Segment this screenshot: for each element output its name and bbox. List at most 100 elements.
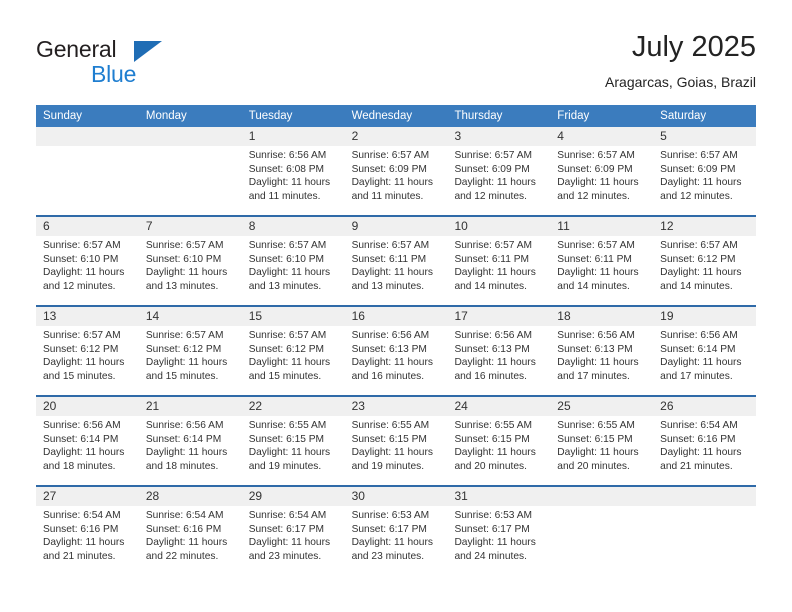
day-detail-line: Daylight: 11 hours <box>351 267 433 279</box>
day-detail-line: Sunrise: 6:54 AM <box>660 420 738 431</box>
day-cell[interactable]: 22 Sunrise: 6:55 AM Sunset: 6:15 PM Dayligh… <box>241 397 345 485</box>
day-cell[interactable]: 15 Sunrise: 6:57 AM Sunset: 6:12 PM Dayligh… <box>241 307 345 395</box>
day-details: Sunrise: 6:54 AM Sunset: 6:17 PM Daylight:… <box>242 506 345 563</box>
day-cell[interactable]: 20 Sunrise: 6:56 AM Sunset: 6:14 PM Dayligh… <box>36 397 139 485</box>
day-detail-line: and 16 minutes. <box>454 370 527 382</box>
day-detail-line: Sunset: 6:15 PM <box>248 433 325 445</box>
title-block: July 2025 Aragarcas, Goias, Brazil <box>605 30 756 92</box>
day-detail-line: and 21 minutes. <box>660 460 733 472</box>
day-cell[interactable]: 27 Sunrise: 6:54 AM Sunset: 6:16 PM Dayligh… <box>36 487 139 575</box>
day-cell[interactable]: 13 Sunrise: 6:57 AM Sunset: 6:12 PM Dayligh… <box>36 307 139 395</box>
day-detail-line: Sunset: 6:12 PM <box>660 253 736 265</box>
day-cell[interactable]: 6 Sunrise: 6:57 AM Sunset: 6:10 PM Daylight… <box>36 217 139 305</box>
day-cell[interactable]: 16 Sunrise: 6:56 AM Sunset: 6:13 PM Dayligh… <box>344 307 448 395</box>
day-detail-line: and 13 minutes. <box>145 280 219 292</box>
day-details: Sunrise: 6:56 AM Sunset: 6:08 PM Daylight:… <box>242 146 345 203</box>
day-detail-line: and 21 minutes. <box>43 550 116 562</box>
day-detail-line: and 13 minutes. <box>351 280 425 292</box>
day-number: 6 <box>43 219 50 233</box>
day-detail-line: Sunrise: 6:57 AM <box>248 330 327 341</box>
day-number-band: 22 <box>241 397 345 416</box>
day-detail-line: Sunset: 6:10 PM <box>145 253 222 265</box>
day-detail-line: Sunset: 6:17 PM <box>248 523 325 535</box>
day-detail-line: Sunset: 6:16 PM <box>145 523 222 535</box>
day-cell[interactable]: 18 Sunrise: 6:56 AM Sunset: 6:13 PM Dayligh… <box>550 307 654 395</box>
day-detail-line: Daylight: 11 hours <box>145 357 228 369</box>
day-cell[interactable]: 26 Sunrise: 6:54 AM Sunset: 6:16 PM Dayligh… <box>653 397 757 485</box>
day-cell[interactable]: 19 Sunrise: 6:56 AM Sunset: 6:14 PM Dayligh… <box>653 307 757 395</box>
day-detail-line: Sunset: 6:11 PM <box>557 253 632 265</box>
day-cell[interactable]: 2 Sunrise: 6:57 AM Sunset: 6:09 PM Daylight… <box>344 127 448 215</box>
day-cell[interactable]: 25 Sunrise: 6:55 AM Sunset: 6:15 PM Dayligh… <box>550 397 654 485</box>
day-detail-line: and 11 minutes. <box>248 190 321 202</box>
day-cell[interactable]: 11 Sunrise: 6:57 AM Sunset: 6:11 PM Dayligh… <box>550 217 654 305</box>
day-detail-line: and 14 minutes. <box>660 280 733 292</box>
general-blue-logo[interactable]: General Blue <box>36 36 236 96</box>
day-details: Sunrise: 6:56 AM Sunset: 6:13 PM Daylight:… <box>345 326 448 383</box>
day-cell[interactable]: 4 Sunrise: 6:57 AM Sunset: 6:09 PM Daylight… <box>550 127 654 215</box>
day-number: 28 <box>145 489 160 503</box>
day-number: 22 <box>248 399 263 413</box>
day-cell[interactable]: 3 Sunrise: 6:57 AM Sunset: 6:09 PM Daylight… <box>447 127 551 215</box>
day-number-band: 6 <box>36 217 139 236</box>
day-cell[interactable]: 14 Sunrise: 6:57 AM Sunset: 6:12 PM Dayligh… <box>138 307 242 395</box>
day-cell[interactable]: 29 Sunrise: 6:54 AM Sunset: 6:17 PM Dayligh… <box>241 487 345 575</box>
day-number-band: 31 <box>447 487 551 506</box>
day-detail-line: Daylight: 11 hours <box>660 177 742 189</box>
day-detail-line: and 12 minutes. <box>557 190 630 202</box>
day-cell[interactable]: 24 Sunrise: 6:55 AM Sunset: 6:15 PM Dayligh… <box>447 397 551 485</box>
day-detail-line: and 14 minutes. <box>454 280 527 292</box>
day-number: 18 <box>557 309 571 323</box>
day-cell-empty <box>653 487 757 575</box>
day-cell-empty <box>138 127 242 215</box>
day-detail-line: Sunset: 6:16 PM <box>43 523 119 535</box>
day-detail-line: Sunrise: 6:56 AM <box>454 330 533 341</box>
day-detail-line: Sunset: 6:09 PM <box>660 163 736 175</box>
day-detail-line: Daylight: 11 hours <box>660 357 742 369</box>
day-detail-line: and 19 minutes. <box>351 460 425 472</box>
day-detail-line: and 18 minutes. <box>145 460 219 472</box>
day-number: 12 <box>660 219 674 233</box>
day-detail-line: Sunset: 6:13 PM <box>557 343 633 355</box>
day-cell[interactable]: 31 Sunrise: 6:53 AM Sunset: 6:17 PM Dayligh… <box>447 487 551 575</box>
day-detail-line: Sunset: 6:13 PM <box>351 343 427 355</box>
day-details: Sunrise: 6:56 AM Sunset: 6:13 PM Daylight:… <box>550 326 653 383</box>
day-cell-empty <box>36 127 139 215</box>
day-cell[interactable]: 7 Sunrise: 6:57 AM Sunset: 6:10 PM Daylight… <box>138 217 242 305</box>
day-cell[interactable]: 30 Sunrise: 6:53 AM Sunset: 6:17 PM Dayligh… <box>344 487 448 575</box>
day-cell[interactable]: 10 Sunrise: 6:57 AM Sunset: 6:11 PM Dayligh… <box>447 217 551 305</box>
day-cell[interactable]: 9 Sunrise: 6:57 AM Sunset: 6:11 PM Daylight… <box>344 217 448 305</box>
day-detail-line: and 12 minutes. <box>43 280 116 292</box>
day-detail-line: and 23 minutes. <box>351 550 425 562</box>
day-cell[interactable]: 23 Sunrise: 6:55 AM Sunset: 6:15 PM Dayligh… <box>344 397 448 485</box>
day-cell[interactable]: 17 Sunrise: 6:56 AM Sunset: 6:13 PM Dayligh… <box>447 307 551 395</box>
day-detail-line: Sunrise: 6:57 AM <box>145 330 224 341</box>
day-detail-line: Sunset: 6:12 PM <box>248 343 325 355</box>
weekday-header-wednesday: Wednesday <box>351 110 413 122</box>
day-number-band: 12 <box>653 217 757 236</box>
day-detail-line: Daylight: 11 hours <box>145 447 228 459</box>
day-number-band: 20 <box>36 397 139 416</box>
day-detail-line: Sunset: 6:13 PM <box>454 343 530 355</box>
day-detail-line: and 12 minutes. <box>660 190 733 202</box>
day-number-band: 30 <box>344 487 448 506</box>
day-cell[interactable]: 8 Sunrise: 6:57 AM Sunset: 6:10 PM Daylight… <box>241 217 345 305</box>
day-detail-line: Daylight: 11 hours <box>43 357 125 369</box>
day-cell[interactable]: 28 Sunrise: 6:54 AM Sunset: 6:16 PM Dayligh… <box>138 487 242 575</box>
day-detail-line: Sunset: 6:12 PM <box>43 343 119 355</box>
day-cell[interactable]: 5 Sunrise: 6:57 AM Sunset: 6:09 PM Daylight… <box>653 127 757 215</box>
day-number: 16 <box>351 309 365 323</box>
day-detail-line: Daylight: 11 hours <box>43 537 125 549</box>
calendar-week-row: 1 Sunrise: 6:56 AM Sunset: 6:08 PM Daylight… <box>36 127 757 215</box>
day-number: 9 <box>351 219 359 233</box>
day-cell[interactable]: 1 Sunrise: 6:56 AM Sunset: 6:08 PM Daylight… <box>241 127 345 215</box>
day-details: Sunrise: 6:57 AM Sunset: 6:09 PM Daylight:… <box>550 146 653 203</box>
day-detail-line: and 20 minutes. <box>454 460 527 472</box>
day-detail-line: Sunset: 6:14 PM <box>660 343 736 355</box>
page-header: General Blue July 2025 Aragarcas, Goias,… <box>36 30 756 98</box>
day-cell[interactable]: 21 Sunrise: 6:56 AM Sunset: 6:14 PM Dayligh… <box>138 397 242 485</box>
day-detail-line: Sunrise: 6:56 AM <box>145 420 224 431</box>
day-cell[interactable]: 12 Sunrise: 6:57 AM Sunset: 6:12 PM Dayligh… <box>653 217 757 305</box>
day-number-band: 25 <box>550 397 654 416</box>
day-detail-line: Sunset: 6:10 PM <box>43 253 119 265</box>
